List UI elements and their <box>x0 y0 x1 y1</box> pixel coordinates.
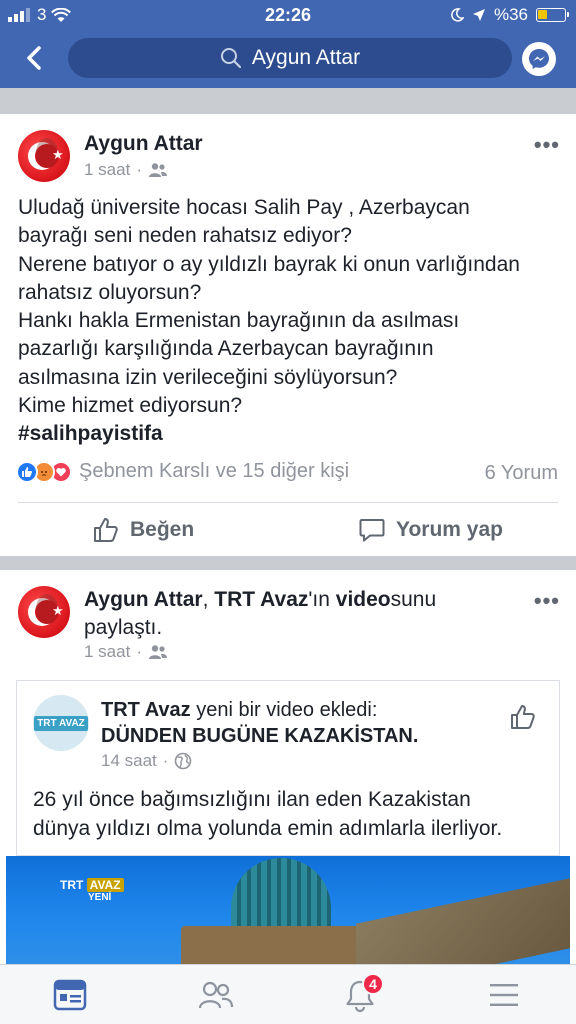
post-header: Aygun Attar, TRT Avaz'ın videosunu <box>84 588 436 612</box>
tab-notifications[interactable]: 4 <box>342 973 384 1013</box>
top-navigation-bar: 3 22:26 %36 Aygun Attar <box>0 0 576 88</box>
mosque-wall <box>356 878 570 964</box>
moon-icon <box>451 8 464 22</box>
shared-line: dünya yıldızı olma yolunda emin adımlarl… <box>33 817 503 840</box>
more-options-button[interactable]: ••• <box>534 132 560 158</box>
battery-percent: %36 <box>493 5 528 24</box>
status-right: %36 <box>450 5 569 25</box>
divider <box>18 502 558 503</box>
shared-action: yeni bir video ekledi: <box>190 699 378 721</box>
post-text: Uludağ üniversite hocası Salih Pay , Aze… <box>18 194 558 449</box>
watermark-avaz: AVAZ <box>86 878 124 892</box>
trt-watermark: TRT AVAZ YENİ <box>60 878 124 903</box>
shared-header: TRT Avaz yeni bir video ekledi: <box>101 699 377 722</box>
globe-icon <box>175 752 192 770</box>
post-author[interactable]: Aygun Attar <box>84 132 203 156</box>
post-author[interactable]: Aygun Attar <box>84 588 203 611</box>
notification-badge: 4 <box>362 973 384 995</box>
friends-icon <box>148 163 167 177</box>
shared-like-button[interactable] <box>509 703 537 736</box>
shared-post-card[interactable]: TRT AVAZ TRT Avaz yeni bir video ekledi:… <box>16 680 560 856</box>
post-time[interactable]: 1 saat <box>84 160 130 180</box>
shared-text: 26 yıl önce bağımsızlığını ilan eden Kaz… <box>33 785 502 843</box>
post-meta: 1 saat · <box>84 642 168 662</box>
dot-separator: · <box>136 160 142 179</box>
avatar[interactable]: ★ <box>18 586 70 638</box>
feed-separator <box>0 88 576 114</box>
avatar[interactable]: ★ <box>18 130 70 182</box>
header-sep: , <box>202 588 215 611</box>
search-query: Aygun Attar <box>251 46 361 69</box>
hashtag-link[interactable]: #salihpayistifa <box>18 420 558 448</box>
shared-time[interactable]: 14 saat <box>101 751 157 771</box>
shared-line: 26 yıl önce bağımsızlığını ilan eden Kaz… <box>33 788 471 811</box>
chevron-left-icon <box>27 46 41 70</box>
bottom-tab-bar: 4 <box>0 964 576 1024</box>
reactions-summary[interactable]: Şebnem Karslı ve 15 diğer kişi <box>16 460 349 483</box>
comment-label: Yorum yap <box>396 518 503 541</box>
hamburger-menu-icon <box>490 984 518 1006</box>
tab-news-feed[interactable] <box>52 977 88 1013</box>
logo-badge: TRT AVAZ <box>34 715 88 731</box>
like-reaction-icon <box>16 460 38 483</box>
header-suffix: sunu <box>390 588 437 611</box>
post-line: rahatsız oluyorsun? <box>18 280 202 304</box>
watermark-yeni: YENİ <box>88 892 112 903</box>
watermark-trt: TRT <box>60 878 84 892</box>
feed-separator <box>0 556 576 570</box>
dot-separator: · <box>162 751 169 770</box>
messenger-icon <box>529 49 549 69</box>
shared-page-link[interactable]: TRT Avaz <box>214 588 308 611</box>
reaction-names: Şebnem Karslı ve 15 diğer kişi <box>79 460 350 482</box>
status-bar: 3 22:26 %36 <box>0 0 576 30</box>
news-feed-icon <box>53 979 87 1011</box>
location-arrow-icon <box>472 9 485 21</box>
post-time[interactable]: 1 saat <box>84 642 130 662</box>
video-thumbnail[interactable]: TRT AVAZ YENİ <box>6 856 570 964</box>
flag-star: ★ <box>52 603 64 618</box>
post-line: Uludağ üniversite hocası Salih Pay , Aze… <box>18 196 470 219</box>
tab-friends[interactable] <box>198 977 234 1013</box>
friends-icon <box>148 645 167 659</box>
post-line: bayrağı seni neden rahatsız ediyor? <box>18 224 352 248</box>
search-icon <box>220 48 241 69</box>
flag-star: ★ <box>52 147 64 162</box>
tab-menu[interactable] <box>486 977 522 1013</box>
shared-page-name[interactable]: TRT Avaz <box>101 699 191 721</box>
video-link[interactable]: video <box>336 588 391 611</box>
like-label: Beğen <box>130 518 195 541</box>
post-line: asılmasına izin verileceğini söylüyorsun… <box>18 365 398 389</box>
comment-button[interactable]: Yorum yap <box>358 516 503 544</box>
shared-meta: 14 saat · <box>101 751 192 771</box>
more-options-button[interactable]: ••• <box>534 588 560 614</box>
shared-title[interactable]: DÜNDEN BUGÜNE KAZAKİSTAN. <box>101 725 418 748</box>
comment-icon <box>359 519 385 542</box>
messenger-button[interactable] <box>522 42 556 76</box>
post-header-line2: paylaştı. <box>84 616 163 639</box>
post-line: Nerene batıyor o ay yıldızlı bayrak ki o… <box>18 252 520 276</box>
post-card: ★ Aygun Attar 1 saat · ••• Uludağ üniver… <box>0 114 576 556</box>
thumbs-up-icon <box>511 705 535 729</box>
post-line: Hankı hakla Ermenistan bayrağının da ası… <box>18 309 460 333</box>
back-button[interactable] <box>20 44 48 72</box>
dot-separator: · <box>136 642 142 661</box>
trt-avaz-logo[interactable]: TRT AVAZ <box>33 695 89 751</box>
thumbs-up-icon <box>94 518 118 542</box>
search-input[interactable]: Aygun Attar <box>68 38 512 78</box>
battery-icon <box>536 8 569 22</box>
post-line: Kime hizmet ediyorsun? <box>18 394 243 418</box>
header-suffix: 'ın <box>308 588 336 611</box>
post-meta: 1 saat · <box>84 160 168 180</box>
friends-tab-icon <box>198 981 234 1009</box>
comment-count[interactable]: 6 Yorum <box>485 462 558 485</box>
post-line: pazarlığı karşılığında Azerbaycan bayrağ… <box>18 337 434 361</box>
like-button[interactable]: Beğen <box>92 516 194 544</box>
